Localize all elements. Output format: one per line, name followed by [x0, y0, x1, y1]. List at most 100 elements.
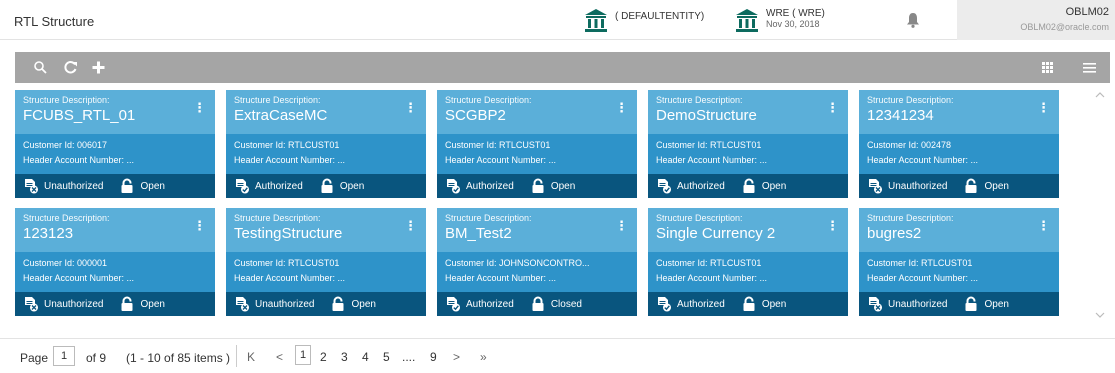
kebab-menu-icon[interactable]: ⋮ [1037, 218, 1050, 234]
authorization-status-label: Unauthorized [888, 298, 948, 310]
structure-card[interactable]: Structure Description: BM_Test2 ⋮ Customer … [437, 208, 637, 316]
kebab-menu-icon[interactable]: ⋮ [826, 218, 839, 234]
structure-card[interactable]: Structure Description: SCGBP2 ⋮ Customer Id… [437, 90, 637, 198]
page-4-button[interactable]: 4 [362, 350, 369, 364]
user-menu[interactable]: OBLM02 OBLM02@oracle.com [957, 0, 1115, 40]
unauthorized-icon [25, 179, 38, 194]
branch-selector[interactable]: WRE ( WRE) Nov 30, 2018 [734, 7, 825, 33]
page-2-button[interactable]: 2 [320, 350, 327, 364]
kebab-menu-icon[interactable]: ⋮ [1037, 100, 1050, 116]
kebab-menu-icon[interactable]: ⋮ [404, 218, 417, 234]
unauthorized-icon [25, 297, 38, 312]
record-status-label: Open [761, 298, 787, 310]
structure-card[interactable]: Structure Description: 12341234 ⋮ Customer … [859, 90, 1059, 198]
header-account-number: Header Account Number: ... [234, 273, 346, 283]
card-details: Customer Id: 002478 Header Account Number… [859, 134, 1059, 174]
record-status: Open [530, 178, 575, 194]
structure-card[interactable]: Structure Description: 123123 ⋮ Customer Id… [15, 208, 215, 316]
record-status: Open [119, 178, 165, 194]
page-5-button[interactable]: 5 [383, 350, 390, 364]
structure-description-label: Structure Description: [445, 95, 532, 105]
authorized-icon [447, 297, 460, 312]
record-status: Open [963, 178, 1009, 194]
authorized-icon [658, 297, 671, 312]
kebab-menu-icon[interactable]: ⋮ [826, 100, 839, 116]
lock-open-icon [743, 178, 755, 193]
structure-card[interactable]: Structure Description: Single Currency 2 ⋮… [648, 208, 848, 316]
app-header: RTL Structure ( DEFAULTENTITY) WRE ( WRE… [0, 0, 1115, 40]
items-summary: (1 - 10 of 85 items ) [126, 351, 231, 365]
authorization-status-label: Authorized [677, 298, 725, 310]
page-9-button[interactable]: 9 [430, 350, 437, 364]
card-details: Customer Id: RTLCUST01 Header Account Num… [859, 252, 1059, 292]
record-status: Open [741, 178, 786, 194]
authorization-status: Authorized [445, 296, 514, 312]
last-page-button[interactable]: » [480, 350, 487, 364]
structure-card[interactable]: Structure Description: TestingStructure ⋮ C… [226, 208, 426, 316]
card-details: Customer Id: RTLCUST01 Header Account Num… [226, 134, 426, 174]
structure-card[interactable]: Structure Description: DemoStructure ⋮ Cust… [648, 90, 848, 198]
authorization-status-label: Unauthorized [255, 298, 315, 310]
header-account-number: Header Account Number: ... [445, 273, 557, 283]
record-status: Open [319, 178, 364, 194]
structure-card[interactable]: Structure Description: bugres2 ⋮ Customer I… [859, 208, 1059, 316]
structure-card[interactable]: Structure Description: ExtraCaseMC ⋮ Custom… [226, 90, 426, 198]
structure-description-label: Structure Description: [23, 95, 110, 105]
kebab-menu-icon[interactable]: ⋮ [615, 100, 628, 116]
card-details: Customer Id: JOHNSONCONTRO... Header Acco… [437, 252, 637, 292]
structure-card-grid: Structure Description: FCUBS_RTL_01 ⋮ Custo… [15, 90, 1092, 326]
add-icon[interactable] [91, 60, 106, 75]
entity-selector[interactable]: ( DEFAULTENTITY) [583, 7, 704, 33]
first-page-button[interactable]: K [247, 350, 255, 364]
card-status-bar: Authorized Open [648, 174, 848, 198]
customer-id: Customer Id: 000001 [23, 258, 108, 268]
card-header: Structure Description: 12341234 ⋮ [859, 90, 1059, 134]
search-icon[interactable] [33, 60, 48, 75]
card-header: Structure Description: bugres2 ⋮ [859, 208, 1059, 252]
unauthorized-icon [236, 297, 249, 312]
structure-description-value: 123123 [23, 225, 74, 242]
authorization-status: Unauthorized [867, 178, 947, 194]
structure-description-label: Structure Description: [234, 95, 321, 105]
card-header: Structure Description: DemoStructure ⋮ [648, 90, 848, 134]
record-status-label: Open [984, 298, 1009, 310]
lock-open-icon [965, 296, 977, 311]
bell-icon[interactable] [906, 12, 920, 28]
card-header: Structure Description: TestingStructure ⋮ [226, 208, 426, 252]
kebab-menu-icon[interactable]: ⋮ [404, 100, 417, 116]
list-view-icon[interactable] [1082, 60, 1097, 75]
structure-description-value: 12341234 [867, 107, 934, 124]
page-1-button[interactable]: 1 [295, 345, 311, 365]
customer-id: Customer Id: RTLCUST01 [656, 140, 762, 150]
grid-view-icon[interactable] [1040, 60, 1055, 75]
scroll-up-icon[interactable] [1094, 90, 1106, 100]
structure-card[interactable]: Structure Description: FCUBS_RTL_01 ⋮ Custo… [15, 90, 215, 198]
unauthorized-icon [869, 297, 882, 312]
record-status-label: Open [140, 298, 165, 310]
page-3-button[interactable]: 3 [341, 350, 348, 364]
prev-page-button[interactable]: < [276, 350, 283, 364]
kebab-menu-icon[interactable]: ⋮ [193, 100, 206, 116]
scroll-down-icon[interactable] [1094, 310, 1106, 320]
card-header: Structure Description: 123123 ⋮ [15, 208, 215, 252]
card-header: Structure Description: ExtraCaseMC ⋮ [226, 90, 426, 134]
kebab-menu-icon[interactable]: ⋮ [193, 218, 206, 234]
header-account-number: Header Account Number: ... [23, 155, 135, 165]
record-status-label: Open [339, 180, 365, 192]
unauthorized-icon [869, 179, 882, 194]
lock-open-icon [332, 296, 344, 311]
pager-divider [236, 345, 237, 367]
next-page-button[interactable]: > [453, 350, 460, 364]
header-account-number: Header Account Number: ... [867, 273, 979, 283]
header-account-number: Header Account Number: ... [445, 155, 557, 165]
authorization-status-label: Unauthorized [44, 298, 104, 310]
vertical-scrollbar[interactable] [1093, 90, 1107, 326]
kebab-menu-icon[interactable]: ⋮ [615, 218, 628, 234]
card-status-bar: Authorized Open [437, 174, 637, 198]
record-status: Open [741, 296, 786, 312]
page-number-input[interactable]: 1 [53, 346, 75, 366]
record-status-label: Open [984, 180, 1009, 192]
authorization-status: Unauthorized [234, 296, 314, 312]
refresh-icon[interactable] [63, 60, 78, 75]
branch-name: WRE ( WRE) [766, 8, 825, 19]
